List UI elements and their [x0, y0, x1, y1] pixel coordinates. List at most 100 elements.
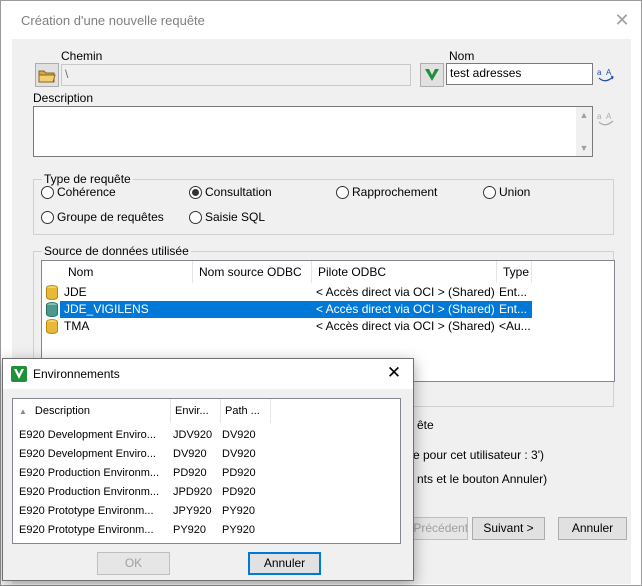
- nom-field[interactable]: test adresses: [446, 63, 593, 85]
- database-icon: [46, 319, 58, 334]
- row-nom: JDE_VIGILENS: [64, 302, 149, 316]
- scroll-up-icon[interactable]: ▲: [576, 107, 592, 123]
- close-icon[interactable]: ✕: [383, 362, 405, 384]
- svg-text:A: A: [606, 68, 612, 77]
- col-type[interactable]: Type: [497, 261, 532, 283]
- radio-consultation[interactable]: Consultation: [189, 185, 272, 199]
- col-environnement[interactable]: Envir...: [171, 399, 221, 423]
- row-description: E920 Prototype Environm...: [19, 505, 154, 517]
- row-odbc: [199, 284, 312, 301]
- row-path: PD920: [222, 467, 256, 479]
- table-row[interactable]: E920 Production Environm... PD920 PD920: [13, 464, 400, 483]
- ok-button[interactable]: OK: [97, 552, 170, 575]
- row-env: DV920: [173, 448, 207, 460]
- col-nom[interactable]: Nom: [62, 261, 193, 283]
- row-env: JPD920: [173, 486, 213, 498]
- row-path: PY920: [222, 505, 256, 517]
- svg-text:a: a: [597, 112, 602, 121]
- row-odbc: [199, 301, 312, 318]
- query-type-title: Type de requête: [42, 172, 133, 186]
- row-path: DV920: [222, 448, 256, 460]
- row-path: PY920: [222, 524, 256, 536]
- table-row[interactable]: TMA < Accès direct via OCI > (Shared) <A…: [42, 318, 614, 335]
- table-row-selected[interactable]: JDE_VIGILENS < Accès direct via OCI > (S…: [42, 301, 614, 318]
- radio-dot[interactable]: [41, 185, 54, 199]
- row-nom: TMA: [64, 319, 90, 333]
- env-annuler-button[interactable]: Annuler: [248, 552, 321, 575]
- database-icon: [46, 285, 58, 300]
- svg-text:a: a: [597, 68, 602, 77]
- description-scrollbar[interactable]: ▲ ▼: [576, 107, 592, 156]
- row-pilote: < Accès direct via OCI > (Shared): [316, 285, 495, 299]
- environments-list[interactable]: ▲ Description Envir... Path ... E920 Deve…: [12, 398, 401, 544]
- translate-icon: a A: [597, 112, 614, 126]
- col-path[interactable]: Path ...: [221, 399, 271, 423]
- translate-description-button[interactable]: a A: [594, 107, 618, 131]
- col-pilote-odbc[interactable]: Pilote ODBC: [312, 261, 497, 283]
- nom-label: Nom: [449, 49, 475, 63]
- description-field[interactable]: ▲ ▼: [33, 106, 593, 157]
- v-logo-icon: [11, 366, 27, 382]
- row-path: PD920: [222, 486, 256, 498]
- row-env: JPY920: [173, 505, 212, 517]
- row-pilote: < Accès direct via OCI > (Shared): [316, 302, 495, 316]
- row-odbc: [199, 318, 312, 335]
- table-row[interactable]: E920 Production Environm... JPD920 PD920: [13, 483, 400, 502]
- row-description: E920 Prototype Environm...: [19, 524, 154, 536]
- radio-dot[interactable]: [189, 185, 202, 199]
- obscured-text-3: nts et le bouton Annuler): [417, 472, 548, 486]
- data-source-title: Source de données utilisée: [42, 244, 191, 258]
- radio-dot[interactable]: [483, 185, 496, 199]
- database-icon: [46, 302, 58, 317]
- row-type: Ent...: [499, 285, 528, 299]
- radio-rapprochement[interactable]: Rapprochement: [336, 185, 437, 199]
- row-nom: JDE: [64, 285, 87, 299]
- radio-union[interactable]: Union: [483, 185, 530, 199]
- radio-dot[interactable]: [336, 185, 349, 199]
- obscured-text-2: e pour cet utilisateur : 3'): [413, 448, 545, 462]
- browse-folder-button[interactable]: [35, 63, 59, 87]
- annuler-button[interactable]: Annuler: [558, 517, 627, 540]
- obscured-text-1: ête: [417, 418, 434, 432]
- radio-saisie-sql[interactable]: Saisie SQL: [189, 210, 265, 224]
- svg-text:A: A: [606, 112, 612, 121]
- row-type: <Au...: [499, 319, 531, 333]
- row-description: E920 Production Environm...: [19, 467, 160, 479]
- radio-dot[interactable]: [41, 210, 54, 224]
- row-description: E920 Development Enviro...: [19, 448, 156, 460]
- dialog-title: Création d'une nouvelle requête: [21, 13, 205, 28]
- chemin-label: Chemin: [61, 49, 103, 63]
- env-list-header: ▲ Description Envir... Path ...: [13, 399, 400, 423]
- list-header: Nom Nom source ODBC Pilote ODBC Type: [42, 261, 614, 283]
- environments-dialog: Environnements ✕ ▲ Description Envir... P…: [2, 358, 414, 581]
- row-path: DV920: [222, 429, 256, 441]
- table-row[interactable]: E920 Prototype Environm... PY920 PY920: [13, 521, 400, 540]
- translate-name-button[interactable]: a A: [594, 63, 618, 87]
- row-description: E920 Development Enviro...: [19, 429, 156, 441]
- suivant-button[interactable]: Suivant >: [472, 517, 545, 540]
- radio-coherence[interactable]: Cohérence: [41, 185, 116, 199]
- close-icon[interactable]: ✕: [609, 7, 635, 33]
- radio-dot[interactable]: [189, 210, 202, 224]
- env-title-bar: Environnements ✕: [3, 359, 413, 389]
- table-row[interactable]: E920 Development Enviro... JDV920 DV920: [13, 426, 400, 445]
- table-row[interactable]: E920 Development Enviro... DV920 DV920: [13, 445, 400, 464]
- col-description[interactable]: ▲ Description: [13, 399, 171, 423]
- env-dialog-title: Environnements: [33, 367, 120, 381]
- v-logo-icon: [425, 69, 439, 81]
- row-env: PD920: [173, 467, 207, 479]
- table-row[interactable]: JDE < Accès direct via OCI > (Shared) En…: [42, 284, 614, 301]
- row-description: E920 Production Environm...: [19, 486, 160, 498]
- validate-name-button[interactable]: [420, 63, 444, 87]
- title-bar: Création d'une nouvelle requête ✕: [1, 1, 641, 39]
- radio-groupe-requetes[interactable]: Groupe de requêtes: [41, 210, 164, 224]
- chemin-field[interactable]: \: [61, 64, 411, 86]
- translate-icon: a A: [597, 68, 614, 82]
- table-row[interactable]: E920 Prototype Environm... JPY920 PY920: [13, 502, 400, 521]
- col-nom-source-odbc[interactable]: Nom source ODBC: [193, 261, 312, 283]
- scroll-down-icon[interactable]: ▼: [576, 140, 592, 156]
- row-type: Ent...: [499, 302, 528, 316]
- row-env: JDV920: [173, 429, 213, 441]
- folder-icon: [38, 70, 56, 82]
- description-label: Description: [33, 91, 94, 105]
